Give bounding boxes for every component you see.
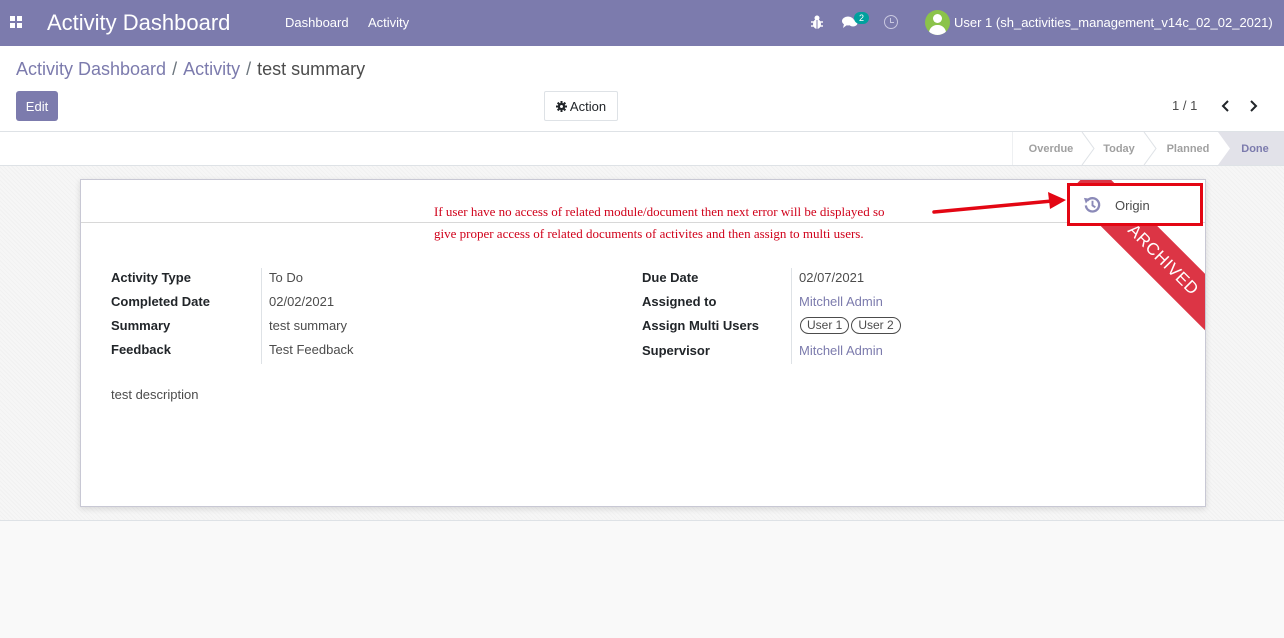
- field-label-assign-multi-users: Assign Multi Users: [642, 318, 760, 333]
- menu-item-dashboard[interactable]: Dashboard: [285, 15, 349, 30]
- field-value-multi-users: User 1 User 2: [800, 317, 903, 334]
- edit-button[interactable]: Edit: [16, 91, 58, 121]
- field-value-summary: test summary: [269, 318, 348, 333]
- messages-badge: 2: [854, 12, 869, 24]
- breadcrumb-activity[interactable]: Activity: [183, 59, 240, 79]
- field-label-completed-date: Completed Date: [111, 294, 210, 309]
- pager-next-chevron-right-icon[interactable]: [1244, 97, 1262, 115]
- action-button[interactable]: Action: [544, 91, 618, 121]
- stage-overdue[interactable]: Overdue: [1020, 132, 1082, 165]
- field-label-supervisor: Supervisor: [642, 343, 710, 358]
- field-value-activity-type: To Do: [269, 270, 303, 285]
- gear-icon: [555, 100, 567, 112]
- action-button-label: Action: [569, 98, 607, 114]
- breadcrumb: Activity Dashboard / Activity / test summary: [16, 59, 365, 80]
- breadcrumb-activity-dashboard[interactable]: Activity Dashboard: [16, 59, 166, 79]
- field-value-feedback: Test Feedback: [269, 342, 354, 357]
- field-label-activity-type: Activity Type: [111, 270, 191, 285]
- user-menu[interactable]: User 1 (sh_activities_management_v14c_02…: [954, 15, 1273, 30]
- activity-clock-icon[interactable]: [884, 15, 898, 29]
- origin-button-label: Origin: [1115, 198, 1150, 213]
- stage-today[interactable]: Today: [1090, 132, 1148, 165]
- annotation-line-2: give proper access of related documents …: [434, 226, 864, 241]
- top-navbar: Activity Dashboard Dashboard Activity 2 …: [0, 0, 1284, 46]
- stage-planned[interactable]: Planned: [1154, 132, 1222, 165]
- stage-done[interactable]: Done: [1232, 132, 1278, 165]
- annotation-arrow-icon: [932, 192, 1066, 214]
- breadcrumb-current: test summary: [257, 59, 366, 79]
- history-icon: [1083, 197, 1101, 213]
- button-box-divider: [81, 222, 1205, 223]
- field-value-assigned-to-link[interactable]: Mitchell Admin: [799, 294, 883, 309]
- user-tag[interactable]: User 1: [800, 317, 850, 334]
- menu-item-activity[interactable]: Activity: [368, 15, 409, 30]
- annotation-line-1: If user have no access of related module…: [434, 204, 885, 219]
- debug-bug-icon[interactable]: [810, 14, 824, 30]
- apps-menu-icon[interactable]: [10, 16, 24, 30]
- field-label-due-date: Due Date: [642, 270, 699, 285]
- description-text: test description: [111, 387, 199, 402]
- origin-button[interactable]: Origin: [1067, 183, 1203, 226]
- breadcrumb-separator: /: [246, 59, 252, 79]
- user-avatar[interactable]: [925, 10, 950, 35]
- field-divider-left: [261, 268, 262, 364]
- app-title[interactable]: Activity Dashboard: [47, 10, 230, 36]
- field-label-summary: Summary: [111, 318, 171, 333]
- field-value-completed-date: 02/02/2021: [269, 294, 335, 309]
- field-label-feedback: Feedback: [111, 342, 171, 357]
- breadcrumb-separator: /: [172, 59, 178, 79]
- pager-previous-chevron-left-icon[interactable]: [1217, 97, 1235, 115]
- field-label-assigned-to: Assigned to: [642, 294, 717, 309]
- field-divider-right: [791, 268, 792, 364]
- user-tag[interactable]: User 2: [851, 317, 901, 334]
- control-panel: Activity Dashboard / Activity / test summary…: [0, 46, 1284, 132]
- status-bar: Overdue Today Planned Done: [0, 132, 1284, 166]
- field-value-supervisor-link[interactable]: Mitchell Admin: [799, 343, 883, 358]
- pager-value[interactable]: 1 / 1: [1172, 98, 1197, 113]
- field-value-due-date: 02/07/2021: [799, 270, 865, 285]
